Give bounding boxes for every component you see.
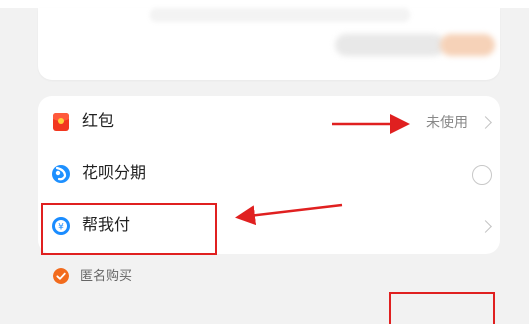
annotation-arrow: [235, 114, 410, 226]
annotation-arrow-bangwofu: [235, 203, 343, 226]
